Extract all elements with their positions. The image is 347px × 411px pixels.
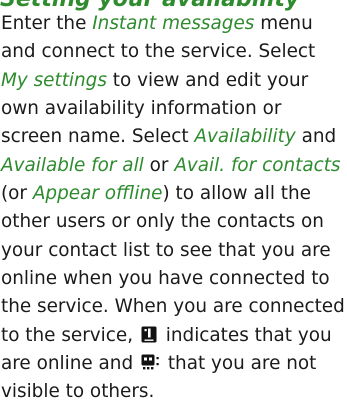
text-line: other users or only the contacts on (1, 208, 346, 236)
text-run: the service. When you are connected (1, 296, 345, 318)
text-run: own availability information or (1, 98, 282, 120)
text-run: menu (254, 13, 313, 34)
text-run: to view and edit your (106, 69, 309, 91)
text-run: Enter the (1, 13, 93, 34)
text-line: (or Appear offline) to allow all the (1, 180, 346, 208)
online-status-icon (141, 325, 158, 353)
option-appear-offline: Appear offline (32, 183, 163, 205)
option-available-for-all: Available for all (1, 154, 144, 176)
text-line: the service. When you are connected (1, 293, 346, 321)
text-line: and connect to the service. Select (1, 38, 346, 66)
text-run: (or (1, 183, 33, 205)
text-line: own availability information or (1, 95, 346, 123)
text-line: are online and that you are not (1, 350, 346, 378)
text-run: screen name. Select (1, 126, 195, 148)
text-run: your contact list to see that you are (1, 239, 331, 261)
menu-name-instant-messages: Instant messages (92, 13, 255, 34)
text-line: your contact list to see that you are (1, 237, 346, 265)
option-avail-for-contacts: Avail. for contacts (174, 154, 341, 176)
menu-name-availability: Availability (194, 126, 296, 148)
text-run: other users or only the contacts on (1, 211, 324, 233)
text-run: ) to allow all the (162, 183, 311, 205)
text-line: screen name. Select Availability and (1, 123, 346, 151)
text-run: that you are not (161, 353, 317, 375)
text-run: and (295, 126, 337, 148)
text-line: Enter the Instant messages menu (1, 10, 346, 38)
text-line: visible to others. (1, 378, 346, 406)
text-run: and connect to the service. Select (1, 41, 316, 63)
hidden-status-icon (141, 353, 160, 381)
text-line: Available for all or Avail. for contacts (1, 152, 346, 180)
text-run: are online and (1, 353, 139, 375)
text-run: visible to others. (1, 381, 155, 403)
text-run: indicates that you (159, 324, 332, 346)
text-run: or (143, 154, 175, 176)
text-run: online when you have connected to (1, 268, 330, 290)
text-run: to the service, (1, 324, 139, 346)
text-line: My settings to view and edit your (1, 67, 346, 95)
text-line: online when you have connected to (1, 265, 346, 293)
text-line: to the service, indicates that you (1, 322, 346, 350)
menu-name-my-settings: My settings (1, 69, 107, 91)
body-paragraph: Enter the Instant messages menu and conn… (1, 10, 346, 407)
